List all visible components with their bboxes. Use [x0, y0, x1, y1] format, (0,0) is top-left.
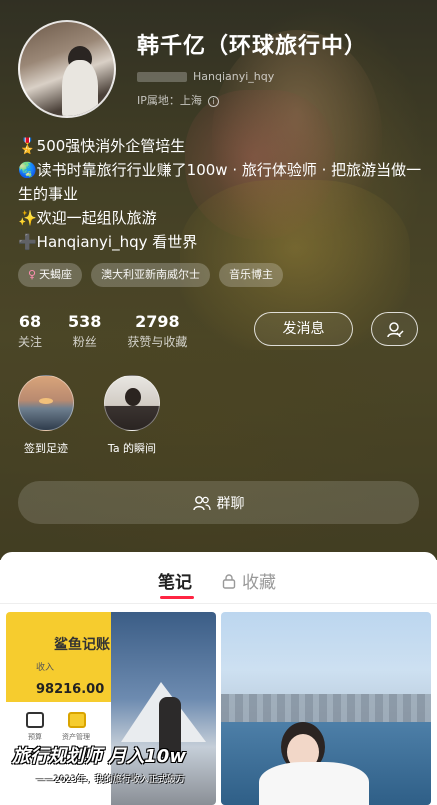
active-tab-indicator [160, 596, 194, 599]
tag-role[interactable]: 音乐博主 [219, 263, 284, 287]
stat-value: 2798 [135, 312, 180, 331]
redacted-id [137, 72, 187, 82]
bio-line: 🎖️500强快消外企管培生 [18, 137, 186, 155]
collection-moments[interactable]: Ta 的瞬间 [104, 375, 160, 456]
tab-notes[interactable]: 笔记 [158, 568, 192, 593]
person-body [259, 762, 369, 805]
female-icon: ♀ [28, 268, 37, 281]
tag-location[interactable]: 澳大利亚新南威尔士 [91, 263, 211, 287]
income-value: 98216.00 [36, 682, 105, 697]
app-title: 鲨鱼记账 [54, 637, 110, 653]
tab-favorites[interactable]: 收藏 [222, 568, 276, 593]
card-overlay-title: 旅行规划师 月入10w [12, 746, 186, 767]
card-overlay-subtitle: ——2023年，我的旅行收入正式破万 [36, 775, 185, 785]
ip-location: IP属地：上海 i [137, 92, 219, 108]
profile-stats: 68 关注 538 粉丝 2798 获赞与收藏 [18, 312, 213, 352]
profile-id-text: Hanqianyi_hqy [193, 70, 275, 83]
collection-checkin[interactable]: 签到足迹 [18, 375, 74, 456]
tag-label: 天蝎座 [39, 268, 73, 281]
lock-icon [222, 573, 236, 589]
user-icon [387, 322, 404, 338]
group-chat-label: 群聊 [216, 495, 245, 512]
collection-label: 签到足迹 [24, 442, 68, 455]
stat-label: 获赞与收藏 [127, 335, 188, 349]
tag-label: 音乐博主 [229, 268, 274, 281]
ip-location-text: IP属地：上海 [137, 94, 202, 107]
income-label: 收入 [36, 663, 55, 673]
note-card[interactable] [221, 612, 431, 805]
user-settings-button[interactable] [371, 312, 418, 346]
group-chat-button[interactable]: 群聊 [18, 481, 419, 524]
stat-likes[interactable]: 2798 获赞与收藏 [127, 312, 187, 352]
bio-line: ✨欢迎一起组队旅游 [18, 209, 157, 227]
profile-bio: 🎖️500强快消外企管培生 🌏读书时靠旅行行业赚了100w · 旅行体验师 · … [18, 134, 423, 254]
info-icon[interactable]: i [207, 95, 219, 107]
profile-tags: ♀ 天蝎座 澳大利亚新南威尔士 音乐博主 [18, 263, 284, 287]
send-message-button[interactable]: 发消息 [254, 312, 353, 346]
profile-id[interactable]: Hanqianyi_hqy [137, 70, 274, 83]
bio-line: ➕Hanqianyi_hqy 看世界 [18, 233, 198, 251]
stat-value: 68 [18, 312, 42, 331]
avatar-body [62, 60, 98, 116]
bio-line: 🌏读书时靠旅行行业赚了100w · 旅行体验师 · 把旅游当做一生的事业 [18, 161, 422, 203]
collection-cover [18, 375, 74, 431]
collection-label: Ta 的瞬间 [107, 442, 157, 455]
tag-label: 澳大利亚新南威尔士 [101, 268, 201, 281]
wallet-icon [26, 712, 44, 728]
app-icon-label: 资产管理 [62, 733, 90, 741]
tag-zodiac[interactable]: ♀ 天蝎座 [18, 263, 83, 287]
stat-followers[interactable]: 538 粉丝 [68, 312, 101, 352]
stat-label: 关注 [18, 335, 43, 349]
tab-favorites-label: 收藏 [242, 573, 276, 593]
profile-name: 韩千亿（环球旅行中） [137, 34, 368, 59]
stat-value: 538 [68, 312, 102, 331]
note-card[interactable]: 鲨鱼记账 收入 98216.00 预算 资产管理 旅行规划师 月入10w ——2… [6, 612, 216, 805]
collection-cover [104, 375, 160, 431]
collections: 签到足迹 Ta 的瞬间 [18, 375, 160, 456]
city-skyline [221, 694, 431, 722]
group-icon [192, 495, 211, 510]
shield-icon [68, 712, 86, 728]
app-icon-label: 预算 [28, 733, 42, 741]
content-tabs: 笔记 收藏 [0, 552, 437, 604]
content-sheet: 笔记 收藏 鲨鱼记账 收入 98216.00 预算 资产管理 旅行规划师 月入1… [0, 552, 437, 805]
stat-following[interactable]: 68 关注 [18, 312, 42, 352]
stat-label: 粉丝 [72, 335, 97, 349]
avatar[interactable] [18, 20, 116, 118]
